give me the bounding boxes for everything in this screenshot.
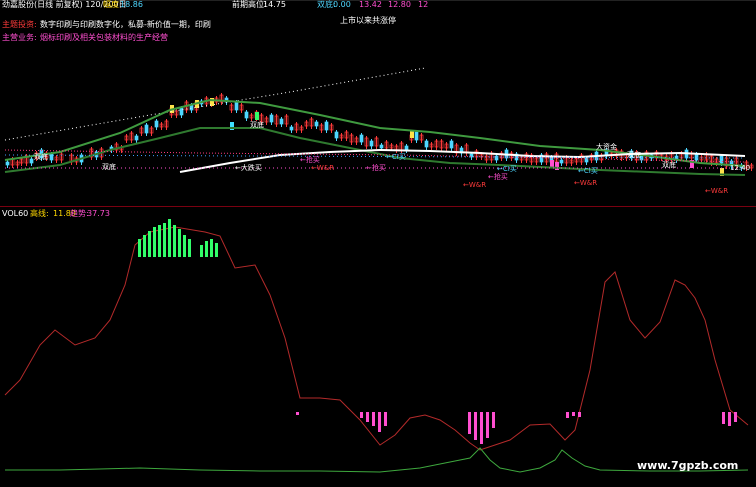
- annotation-ci-buy-1: ←CI买: [386, 153, 406, 161]
- prev-high-label: 前期高位:: [232, 0, 267, 9]
- indicator-low-label: 趋势:: [70, 209, 89, 218]
- annotation-ci-buy-3: ←CI买: [578, 167, 598, 175]
- amplitude-label: 幅度: [103, 0, 119, 9]
- price-right-label: 12.40: [730, 164, 751, 172]
- annotation-wr-4: ←W&R: [705, 187, 729, 195]
- annotation-double-bottom-5: 双底: [662, 161, 676, 169]
- business-label: 主营业务:: [2, 33, 37, 42]
- annotation-wr-2: ←W&R: [463, 181, 487, 189]
- watermark: www.7gpzb.com: [637, 459, 739, 472]
- annotation-wr-3: ←W&R: [574, 179, 598, 187]
- business-text: 烟标印刷及相关包装材料的生产经营: [40, 33, 168, 42]
- topic-label: 主题投资:: [2, 20, 37, 29]
- topic-text: 数字印刷与印刷数字化，私募-新价值一期，印刷: [40, 20, 211, 29]
- annotation-double-bottom-2: 双底: [102, 163, 116, 171]
- annotation-big-fall-buy: ←大跌买: [235, 164, 262, 172]
- indicator-red-line: [4, 226, 749, 451]
- annotation-ci-buy-2: ←CI买: [497, 165, 517, 173]
- annotation-double-bottom-1: 双底: [34, 153, 48, 161]
- upper-dotted-trendline: [4, 67, 426, 141]
- annotation-double-bottom-3: 双底: [250, 121, 264, 129]
- ma-white-long: [179, 148, 746, 173]
- header-value-b: 12.80: [388, 0, 411, 9]
- prev-high-value: 14.75: [263, 0, 286, 9]
- indicator-high-label: 高线:: [30, 209, 49, 218]
- annotation-double-bottom-4: 双底: [627, 151, 641, 159]
- annotation-wr-1: ←W&R: [311, 164, 335, 172]
- annotation-big-money: 大资金: [596, 143, 617, 151]
- indicator-name[interactable]: VOL60: [2, 209, 28, 219]
- amplitude-value: 18.86: [120, 0, 143, 9]
- annotation-limit-buy-2: ←抢买: [366, 164, 386, 172]
- indicator-low-value: 37.73: [87, 209, 110, 218]
- header-value-c: 12: [418, 0, 429, 9]
- double-bottom-value: 0.00: [333, 0, 351, 9]
- panel-divider: [0, 206, 756, 207]
- header-value-a: 13.42: [359, 0, 382, 9]
- listing-note: 上市以来共涨停: [340, 16, 396, 25]
- price-chart[interactable]: [0, 0, 756, 487]
